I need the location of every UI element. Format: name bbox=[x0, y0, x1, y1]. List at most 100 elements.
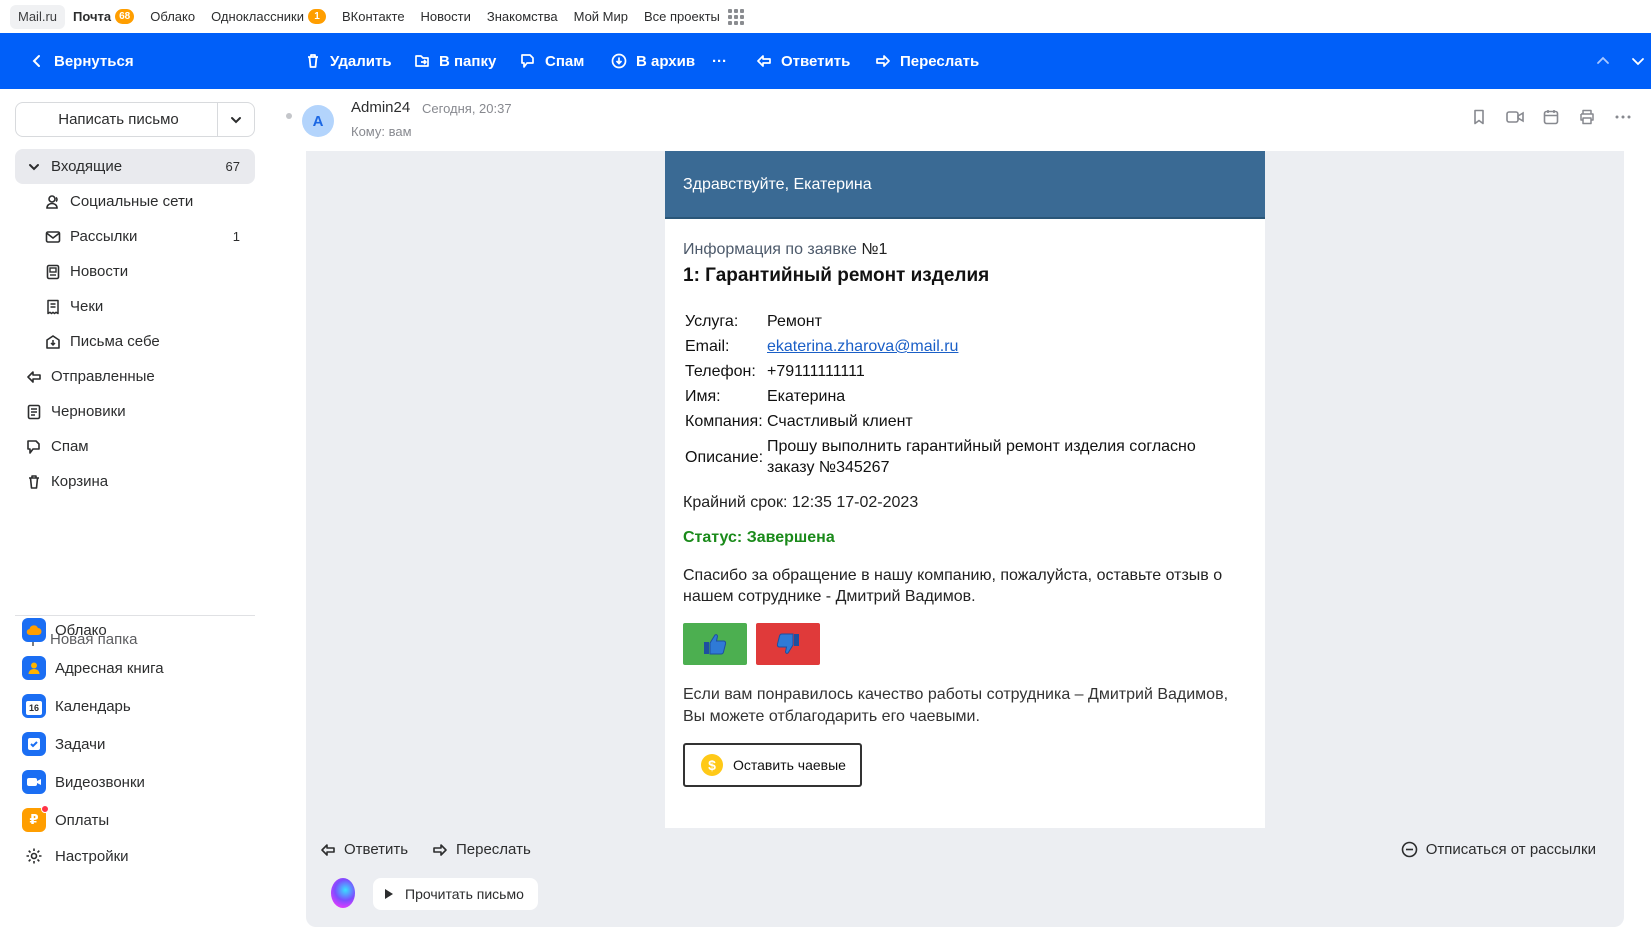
portal-link-myworld[interactable]: Мой Мир bbox=[566, 5, 636, 29]
compose-button[interactable]: Написать письмо bbox=[16, 111, 217, 128]
chevron-down-icon[interactable] bbox=[25, 158, 43, 176]
unsubscribe-label: Отписаться от рассылки bbox=[1425, 841, 1596, 858]
next-message-button[interactable] bbox=[1629, 33, 1647, 89]
feedback-request-text: Спасибо за обращение в нашу компанию, по… bbox=[683, 567, 1223, 605]
folder-spam[interactable]: Спам bbox=[15, 429, 255, 464]
reply-button[interactable]: Ответить bbox=[755, 33, 850, 89]
portal-link-news[interactable]: Новости bbox=[413, 5, 479, 29]
spam-icon bbox=[519, 52, 537, 70]
folder-label: Входящие bbox=[51, 158, 123, 175]
message-header: A Admin24 Сегодня, 20:37 Кому: вам bbox=[280, 89, 1651, 151]
back-button[interactable]: Вернуться bbox=[28, 33, 134, 89]
portal-link-vk[interactable]: ВКонтакте bbox=[334, 5, 413, 29]
voice-assistant-icon[interactable] bbox=[331, 878, 355, 908]
spam-button[interactable]: Спам bbox=[519, 33, 584, 89]
field-value: Прошу выполнить гарантийный ремонт издел… bbox=[767, 438, 1196, 476]
folder-social[interactable]: Социальные сети bbox=[15, 184, 255, 219]
compose-split-button: Написать письмо bbox=[15, 102, 255, 137]
tip-text: Если вам понравилось качество работы сот… bbox=[683, 686, 1229, 725]
folder-newsletters[interactable]: Рассылки 1 bbox=[15, 219, 255, 254]
portal-link-mailru[interactable]: Mail.ru bbox=[10, 4, 66, 29]
compose-menu-button[interactable] bbox=[218, 113, 254, 127]
delete-button[interactable]: Удалить bbox=[304, 33, 392, 89]
table-row: Имя: Екатерина bbox=[685, 384, 1197, 409]
folder-trash[interactable]: Корзина bbox=[15, 464, 255, 499]
folder-to-self[interactable]: Письма себе bbox=[15, 324, 255, 359]
portal-link-dating[interactable]: Знакомства bbox=[479, 5, 566, 29]
previous-message-button[interactable] bbox=[1594, 33, 1612, 89]
move-to-folder-button[interactable]: В папку bbox=[413, 33, 496, 89]
chevron-left-icon bbox=[28, 52, 46, 70]
trash-icon bbox=[304, 52, 322, 70]
drafts-icon bbox=[25, 403, 43, 421]
bottom-reply-button[interactable]: Ответить bbox=[320, 841, 408, 858]
forward-button[interactable]: Переслать bbox=[874, 33, 979, 89]
app-label: Оплаты bbox=[55, 811, 110, 829]
unread-marker[interactable] bbox=[286, 113, 292, 119]
print-icon[interactable] bbox=[1576, 106, 1598, 128]
folder-drafts[interactable]: Черновики bbox=[15, 394, 255, 429]
sidebar: Написать письмо Входящие 67 Социальные с… bbox=[0, 89, 270, 935]
table-row: Компания: Счастливый клиент bbox=[685, 409, 1197, 434]
chevron-down-icon bbox=[231, 116, 241, 123]
portal-link-all-projects[interactable]: Все проекты bbox=[636, 5, 752, 29]
portal-link-cloud[interactable]: Облако bbox=[142, 5, 203, 29]
unsubscribe-button[interactable]: Отписаться от рассылки bbox=[1401, 841, 1596, 858]
field-key: Услуга: bbox=[685, 313, 739, 330]
app-address-book[interactable]: Адресная книга bbox=[22, 656, 164, 680]
folder-receipts[interactable]: Чеки bbox=[15, 289, 255, 324]
portal-link-ok[interactable]: Одноклассники 1 bbox=[203, 5, 334, 29]
more-actions-button[interactable]: ··· bbox=[712, 33, 727, 89]
request-info: Информация по заявке №1 bbox=[683, 241, 1247, 259]
calendar-icon[interactable] bbox=[1540, 106, 1562, 128]
sender-name[interactable]: Admin24 bbox=[351, 99, 410, 116]
folder-count: 67 bbox=[225, 159, 240, 174]
video-call-icon[interactable] bbox=[1504, 106, 1526, 128]
like-button[interactable] bbox=[683, 623, 747, 665]
email-link[interactable]: ekaterina.zharova@mail.ru bbox=[767, 338, 958, 355]
table-row: Описание: Прошу выполнить гарантийный рем… bbox=[685, 434, 1197, 480]
folder-sent[interactable]: Отправленные bbox=[15, 359, 255, 394]
app-payments[interactable]: ₽ Оплаты bbox=[22, 805, 110, 832]
more-icon[interactable] bbox=[1612, 106, 1634, 128]
archive-label: В архив bbox=[636, 52, 696, 70]
leave-tip-button[interactable]: $ Оставить чаевые bbox=[683, 743, 862, 787]
message-actions bbox=[1468, 106, 1634, 128]
app-video-calls[interactable]: Видеозвонки bbox=[22, 770, 145, 794]
forward-icon bbox=[874, 52, 892, 70]
chevron-up-icon bbox=[1594, 52, 1612, 70]
receipt-icon bbox=[44, 298, 62, 316]
thumbs-up-icon bbox=[704, 634, 727, 655]
app-cloud[interactable]: Облако bbox=[22, 618, 107, 642]
field-value: Екатерина bbox=[767, 388, 846, 405]
app-label: Видеозвонки bbox=[55, 773, 145, 791]
bookmark-icon[interactable] bbox=[1468, 106, 1490, 128]
mail-body-viewport[interactable]: Здравствуйте, Екатерина Информация по за… bbox=[306, 151, 1624, 828]
bottom-forward-button[interactable]: Переслать bbox=[432, 841, 531, 858]
payments-icon: ₽ bbox=[22, 805, 49, 832]
cloud-icon bbox=[22, 618, 46, 642]
folder-inbox[interactable]: Входящие 67 bbox=[15, 149, 255, 184]
archive-icon bbox=[610, 52, 628, 70]
read-aloud-button[interactable]: Прочитать письмо bbox=[373, 878, 538, 910]
portal-link-label: Почта bbox=[73, 9, 112, 24]
folder-news[interactable]: Новости bbox=[15, 254, 255, 289]
app-settings[interactable]: Настройки bbox=[22, 844, 129, 868]
calendar-day: 16 bbox=[26, 700, 42, 715]
dislike-button[interactable] bbox=[756, 623, 820, 665]
news-icon bbox=[44, 263, 62, 281]
app-label: Настройки bbox=[55, 847, 129, 865]
field-key: Описание: bbox=[685, 448, 764, 466]
app-calendar[interactable]: 16 Календарь bbox=[22, 694, 131, 718]
unread-badge: 68 bbox=[115, 9, 135, 24]
portal-link-mail[interactable]: Почта 68 bbox=[65, 5, 142, 29]
folder-label: Рассылки bbox=[70, 228, 138, 245]
field-value: Счастливый клиент bbox=[767, 413, 913, 430]
app-label: Календарь bbox=[55, 697, 131, 715]
portal-link-label: Все проекты bbox=[644, 9, 720, 24]
avatar[interactable]: A bbox=[302, 105, 334, 137]
app-tasks[interactable]: Задачи bbox=[22, 732, 105, 756]
archive-button[interactable]: В архив bbox=[610, 33, 695, 89]
field-key: Компания: bbox=[685, 413, 763, 430]
table-row: Email: ekaterina.zharova@mail.ru bbox=[685, 334, 1197, 359]
